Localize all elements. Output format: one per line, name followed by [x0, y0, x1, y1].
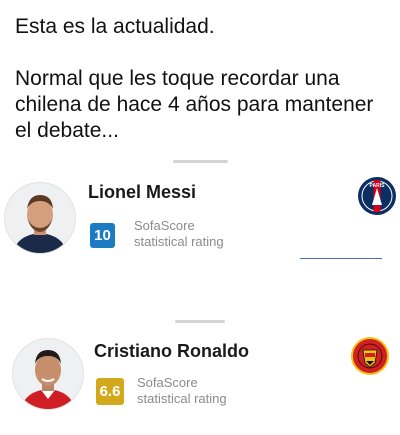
rating-badge: 10 [90, 223, 115, 248]
rating-type: statistical rating [134, 234, 224, 249]
card-divider [300, 258, 382, 259]
player-avatar-messi [4, 182, 76, 254]
rating-type: statistical rating [137, 391, 227, 406]
drag-handle[interactable] [173, 160, 228, 163]
post-text: Esta es la actualidad. Normal que les to… [15, 14, 393, 144]
post-line-1: Esta es la actualidad. [15, 15, 215, 38]
post-line-2: Normal que les toque recordar una chilen… [15, 67, 374, 142]
psg-crest-text: PARIS [370, 183, 386, 189]
manchester-united-crest-icon [350, 336, 390, 376]
player-name: Cristiano Ronaldo [94, 341, 250, 361]
rating-caption: SofaScore statistical rating [134, 218, 224, 250]
rating-source: SofaScore [137, 375, 198, 390]
drag-handle[interactable] [175, 320, 225, 323]
player-avatar-ronaldo [12, 338, 84, 410]
rating-caption: SofaScore statistical rating [137, 375, 227, 407]
player-name: Lionel Messi [88, 182, 197, 202]
psg-crest-icon: PARIS [357, 176, 397, 216]
rating-badge: 6.6 [96, 378, 124, 405]
rating-source: SofaScore [134, 218, 195, 233]
